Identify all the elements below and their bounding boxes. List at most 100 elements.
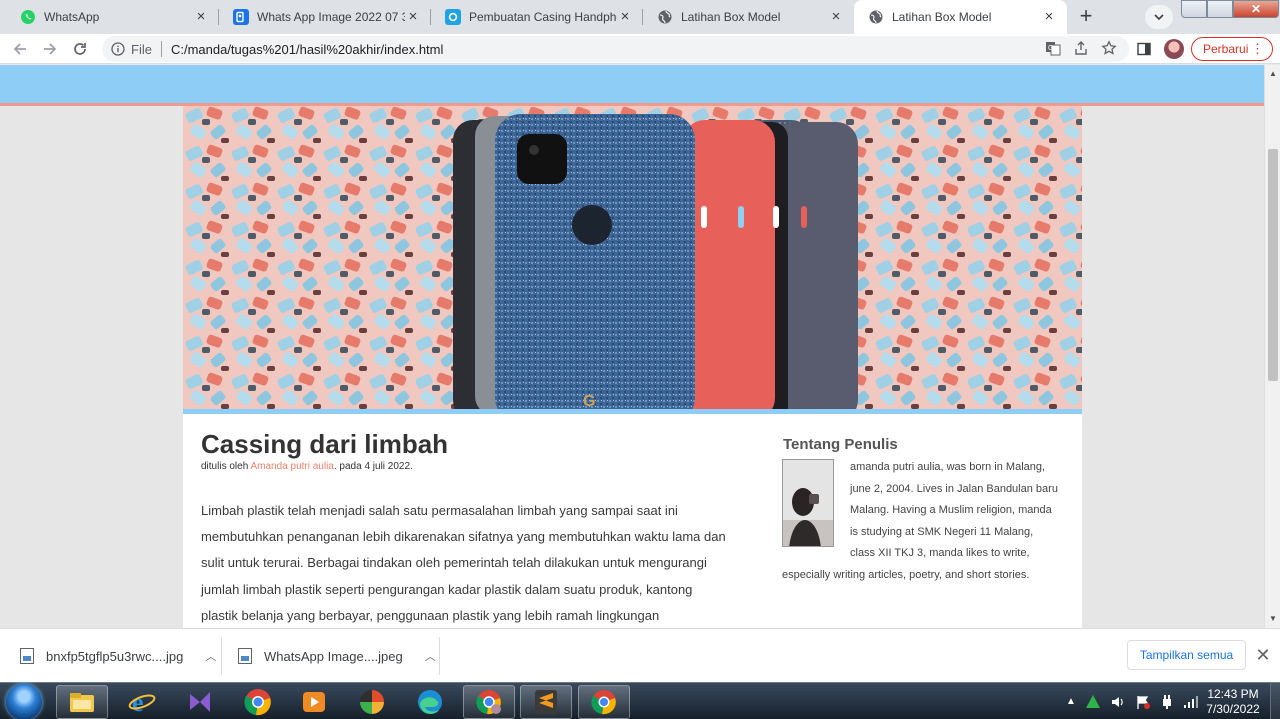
article-meta: ditulis oleh Amanda putri aulia. pada 4 … bbox=[201, 461, 413, 472]
tab-search-button[interactable] bbox=[1145, 5, 1173, 29]
whatsapp-icon bbox=[20, 9, 36, 25]
bio-line: class XII TKJ 3, manda likes to write, bbox=[850, 547, 1030, 559]
site-header bbox=[0, 65, 1264, 106]
close-tab-icon[interactable]: × bbox=[405, 9, 421, 25]
system-tray: ▲ bbox=[1066, 683, 1199, 719]
author-bio: amanda putri aulia, was born in Malang, … bbox=[850, 457, 1068, 565]
image-viewer-icon bbox=[233, 9, 249, 25]
autocad-icon[interactable] bbox=[346, 685, 398, 719]
maximize-button[interactable] bbox=[1207, 0, 1233, 18]
download-bar: bnxfp5tgflp5u3rwc....jpg ︿ WhatsApp Imag… bbox=[0, 628, 1280, 682]
chevron-up-icon[interactable]: ︿ bbox=[425, 648, 436, 664]
close-tab-icon[interactable]: × bbox=[828, 9, 844, 25]
chevron-up-icon[interactable]: ︿ bbox=[205, 648, 216, 664]
scroll-up-icon[interactable]: ▲ bbox=[1269, 69, 1277, 78]
show-desktop-button[interactable] bbox=[1270, 683, 1280, 719]
address-bar[interactable]: File C:/manda/tugas%201/hasil%20akhir/in… bbox=[102, 36, 1129, 62]
arrow-left-icon bbox=[13, 43, 26, 55]
scrollbar-thumb[interactable] bbox=[1268, 149, 1278, 381]
translate-icon[interactable]: G bbox=[1045, 40, 1061, 56]
media-player-icon[interactable] bbox=[288, 685, 340, 719]
article-body: Limbah plastik telah menjadi salah satu … bbox=[201, 503, 726, 623]
visual-studio-icon[interactable] bbox=[174, 685, 226, 719]
url-text[interactable]: C:/manda/tugas%201/hasil%20akhir/index.h… bbox=[171, 42, 443, 57]
close-icon[interactable]: ✕ bbox=[1254, 645, 1272, 665]
chrome-icon[interactable] bbox=[578, 685, 630, 719]
divider bbox=[439, 637, 440, 675]
author-link[interactable]: Amanda putri aulia bbox=[250, 461, 333, 472]
close-tab-icon[interactable]: × bbox=[617, 9, 633, 25]
image-file-icon bbox=[20, 648, 34, 664]
show-hidden-icons-icon[interactable]: ▲ bbox=[1066, 696, 1076, 707]
svg-text:G: G bbox=[1048, 45, 1053, 52]
network-signal-icon[interactable] bbox=[1183, 695, 1199, 709]
clock-date: 7/30/2022 bbox=[1206, 702, 1260, 716]
volume-icon[interactable] bbox=[1110, 694, 1126, 710]
taskbar-clock[interactable]: 12:43 PM 7/30/2022 bbox=[1200, 687, 1266, 717]
divider bbox=[160, 41, 162, 57]
share-icon[interactable] bbox=[1073, 40, 1089, 56]
chevron-down-icon bbox=[1154, 13, 1164, 20]
side-panel-button[interactable] bbox=[1133, 38, 1155, 60]
download-item[interactable]: bnxfp5tgflp5u3rwc....jpg ︿ bbox=[20, 629, 216, 683]
download-item[interactable]: WhatsApp Image....jpeg ︿ bbox=[238, 629, 436, 683]
tab-image-viewer[interactable]: Whats App Image 2022 07 30 × bbox=[219, 0, 431, 34]
divider bbox=[221, 637, 222, 675]
sidebar-title: Tentang Penulis bbox=[783, 436, 898, 453]
browser-toolbar: File C:/manda/tugas%201/hasil%20akhir/in… bbox=[0, 34, 1280, 64]
star-icon[interactable] bbox=[1101, 40, 1117, 56]
tab-latihan-box-model[interactable]: Latihan Box Model × bbox=[643, 0, 854, 34]
close-tab-icon[interactable]: × bbox=[193, 9, 209, 25]
explorer-icon[interactable] bbox=[56, 685, 108, 719]
scroll-down-icon[interactable]: ▼ bbox=[1269, 614, 1277, 623]
bio-line: is studying at SMK Negeri 11 Malang, bbox=[850, 525, 1034, 538]
download-filename: bnxfp5tgflp5u3rwc....jpg bbox=[46, 648, 184, 664]
tab-title: Latihan Box Model bbox=[681, 10, 781, 24]
new-tab-button[interactable]: + bbox=[1073, 5, 1099, 29]
author-photo bbox=[782, 459, 834, 547]
svg-text:G: G bbox=[583, 393, 595, 409]
meta-prefix: ditulis oleh bbox=[201, 461, 251, 472]
tab-pembuatan-casing[interactable]: Pembuatan Casing Handphone × bbox=[431, 0, 643, 34]
article-title: Cassing dari limbah bbox=[201, 429, 449, 459]
side-panel-icon bbox=[1137, 42, 1151, 56]
globe-icon bbox=[868, 9, 884, 25]
show-all-downloads-button[interactable]: Tampilkan semua bbox=[1127, 640, 1246, 670]
tab-title: Whats App Image 2022 07 30 bbox=[257, 10, 405, 24]
chrome-icon[interactable] bbox=[232, 685, 284, 719]
kebab-menu-icon[interactable]: ⋮ bbox=[1251, 42, 1264, 56]
vertical-scrollbar[interactable]: ▲ ▼ bbox=[1264, 65, 1280, 628]
power-plug-icon[interactable] bbox=[1160, 694, 1174, 710]
sublime-text-icon[interactable] bbox=[520, 685, 572, 719]
chrome-profile-icon[interactable] bbox=[463, 685, 515, 719]
action-center-flag-icon[interactable] bbox=[1135, 694, 1151, 710]
update-button[interactable]: Perbarui ⋮ bbox=[1191, 37, 1273, 61]
close-window-button[interactable]: ✕ bbox=[1233, 0, 1279, 18]
page-viewport: G Cassing dari limbah ditulis oleh Amand… bbox=[0, 65, 1264, 628]
tab-title: Pembuatan Casing Handphone bbox=[469, 10, 617, 24]
app-tray-icon[interactable] bbox=[1085, 694, 1101, 710]
bing-chat-icon bbox=[445, 9, 461, 25]
reload-icon bbox=[74, 43, 86, 55]
tab-whatsapp[interactable]: WhatsApp × bbox=[6, 0, 219, 34]
minimize-button[interactable] bbox=[1181, 0, 1207, 18]
browser-tab-strip: WhatsApp × Whats App Image 2022 07 30 × … bbox=[0, 0, 1280, 34]
content-box: Cassing dari limbah ditulis oleh Amanda … bbox=[183, 414, 1082, 628]
image-file-icon bbox=[238, 648, 252, 664]
globe-icon bbox=[657, 9, 673, 25]
bio-line: amanda putri aulia, was born in Malang, bbox=[850, 461, 1046, 473]
edge-icon[interactable] bbox=[404, 685, 456, 719]
tab-latihan-box-model-active[interactable]: Latihan Box Model × bbox=[854, 0, 1067, 34]
close-tab-icon[interactable]: × bbox=[1041, 9, 1057, 25]
forward-button[interactable] bbox=[39, 38, 61, 60]
back-button[interactable] bbox=[9, 38, 31, 60]
start-button[interactable] bbox=[6, 684, 42, 719]
bio-line: june 2, 2004. Lives in Jalan Bandulan ba… bbox=[850, 482, 1058, 495]
ie-icon[interactable]: e bbox=[116, 685, 168, 719]
profile-avatar[interactable] bbox=[1164, 39, 1184, 59]
info-icon[interactable] bbox=[111, 42, 125, 56]
tab-title: Latihan Box Model bbox=[892, 10, 992, 24]
reload-button[interactable] bbox=[69, 38, 91, 60]
hero-image: G bbox=[183, 106, 1082, 409]
download-filename: WhatsApp Image....jpeg bbox=[264, 648, 403, 664]
